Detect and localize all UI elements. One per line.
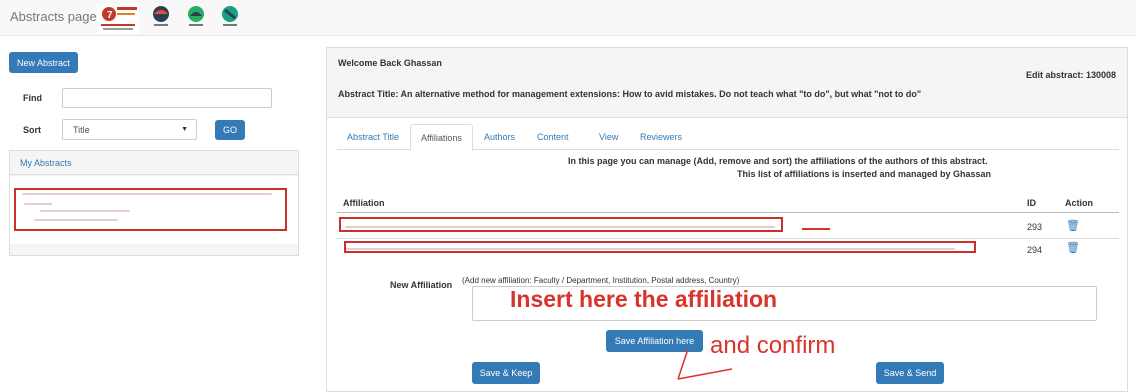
trash-icon[interactable]: 🗑: [1066, 241, 1080, 254]
find-input[interactable]: [62, 88, 272, 108]
sort-label: Sort: [23, 125, 41, 135]
save-send-button[interactable]: Save & Send: [876, 362, 944, 384]
abstract-title: Abstract Title: An alternative method fo…: [338, 89, 922, 99]
new-affiliation-label: New Affiliation: [390, 280, 453, 290]
table-header-id: ID: [1027, 198, 1036, 208]
table-header-action: Action: [1065, 198, 1093, 208]
top-navbar: Abstracts page 7: [0, 0, 1136, 36]
brand-title[interactable]: Abstracts page: [10, 9, 97, 24]
sort-select[interactable]: Title ▼: [62, 119, 197, 140]
partner-logo-2: [188, 6, 204, 26]
annotation-redbox-row-1: [339, 217, 783, 232]
tab-authors[interactable]: Authors: [474, 124, 525, 150]
table-header-affiliation: Affiliation: [343, 198, 385, 208]
my-abstracts-heading[interactable]: My Abstracts: [10, 151, 298, 175]
poultry-summit-logo: 7: [97, 4, 139, 34]
welcome-text: Welcome Back Ghassan: [338, 58, 442, 68]
new-abstract-button[interactable]: New Abstract: [9, 52, 78, 73]
chevron-down-icon: ▼: [181, 126, 188, 133]
trash-icon[interactable]: 🗑: [1066, 219, 1080, 232]
edit-abstract-header: Welcome Back Ghassan Edit abstract: 1300…: [327, 48, 1127, 118]
table-header-divider: [337, 212, 1119, 213]
annotation-redbox-row-2: [344, 241, 976, 253]
row-id: 293: [1027, 222, 1043, 232]
tab-affiliations[interactable]: Affiliations: [410, 124, 473, 151]
partner-logo-3: [222, 6, 238, 26]
row-id: 294: [1027, 245, 1043, 255]
info-line-2: This list of affiliations is inserted an…: [737, 169, 992, 179]
save-keep-button[interactable]: Save & Keep: [472, 362, 540, 384]
new-affiliation-hint: (Add new affiliation: Faculty / Departme…: [462, 276, 740, 285]
partner-logo-1: [153, 6, 169, 26]
annotation-insert-here: Insert here the affiliation: [510, 286, 778, 312]
tab-reviewers[interactable]: Reviewers: [630, 124, 692, 150]
find-label: Find: [23, 93, 42, 103]
row-divider: [337, 238, 1119, 239]
annotation-dash: [802, 228, 830, 230]
tab-view[interactable]: View: [589, 124, 628, 150]
sort-selected-value: Title: [73, 125, 90, 135]
edit-abstract-id: Edit abstract: 130008: [1025, 70, 1116, 80]
tab-content[interactable]: Content: [527, 124, 579, 150]
tab-bar: Abstract Title Affiliations Authors Cont…: [337, 124, 1119, 151]
info-line-1: In this page you can manage (Add, remove…: [568, 156, 988, 166]
go-button[interactable]: GO: [215, 120, 245, 140]
annotation-redbox-abstract: [14, 188, 287, 231]
annotation-arrow: [677, 348, 733, 380]
svg-text:7: 7: [107, 10, 113, 21]
tab-abstract-title[interactable]: Abstract Title: [337, 124, 409, 150]
